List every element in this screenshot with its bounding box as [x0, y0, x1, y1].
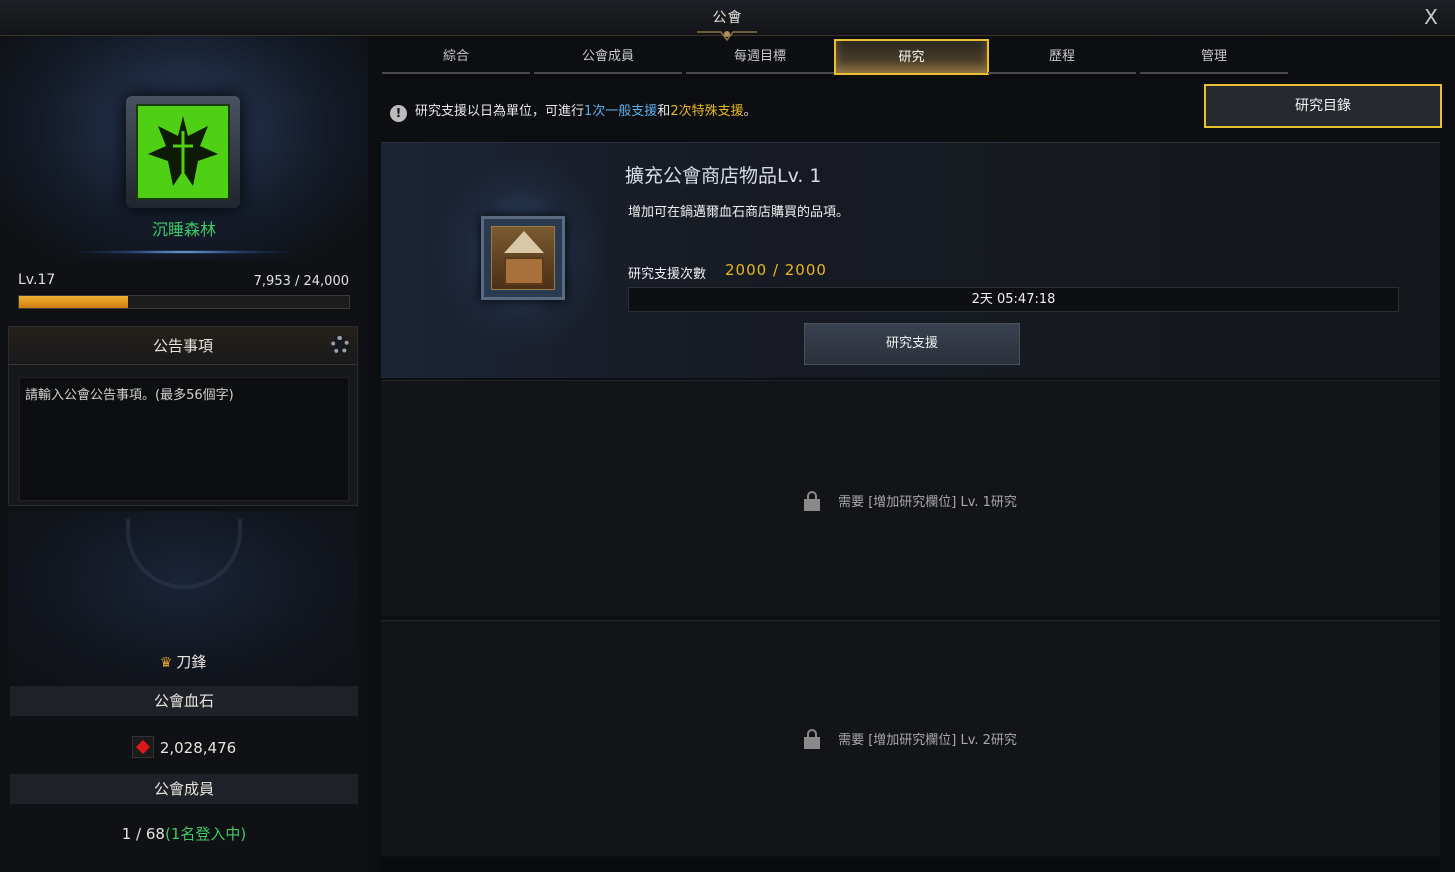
- guild-info-panel: 沉睡森林 Lv.17 7,953 / 24,000 公告事項 請輸入公會公告事項…: [0, 36, 368, 872]
- notice-title: 公告事項: [152, 337, 213, 355]
- gear-icon[interactable]: [331, 336, 349, 354]
- dragon-crest-icon: [148, 116, 218, 186]
- crown-icon: ♛: [159, 655, 173, 671]
- guild-flag-icon: [136, 104, 230, 200]
- tab-history[interactable]: 歷程: [988, 40, 1136, 74]
- crate-icon: [504, 257, 544, 285]
- research-catalog-button[interactable]: 研究目錄: [1204, 84, 1442, 128]
- tab-overview[interactable]: 綜合: [382, 40, 530, 74]
- guild-tabs: 綜合 公會成員 每週目標 研究 歷程 管理: [382, 39, 1292, 75]
- bloodstone-icon: [131, 736, 154, 758]
- info-normal-support: 1次一般支援: [584, 104, 658, 119]
- active-research-card: 擴充公會商店物品Lv. 1 增加可在鍋邁爾血石商店購買的品項。 研究支援次數 2…: [381, 142, 1440, 378]
- guild-master-name: 刀鋒: [176, 653, 207, 671]
- locked-slot-text: 需要 [增加研究欄位] Lv. 1研究: [838, 495, 1017, 510]
- divider-glow: [80, 250, 288, 254]
- up-arrow-icon: [504, 231, 544, 253]
- shop-expand-icon: [491, 226, 555, 290]
- tab-research[interactable]: 研究: [834, 39, 989, 75]
- guild-emblem: [126, 96, 240, 208]
- notice-input[interactable]: 請輸入公會公告事項。(最多56個字): [19, 377, 349, 501]
- members-count: 1 / 68(1名登入中): [0, 823, 368, 844]
- guild-master-area: ♛ 刀鋒: [8, 511, 358, 686]
- locked-slot-message: 需要 [增加研究欄位] Lv. 2研究: [381, 729, 1440, 749]
- guild-level: Lv.17: [18, 272, 56, 288]
- research-item-icon: [481, 216, 565, 300]
- notice-panel: 公告事項 請輸入公會公告事項。(最多56個字): [8, 326, 358, 506]
- support-count-value: 2000 / 2000: [725, 261, 827, 279]
- info-prefix: 研究支援以日為單位，可進行: [415, 104, 585, 119]
- info-icon: !: [390, 105, 407, 122]
- locked-research-slot: 需要 [增加研究欄位] Lv. 1研究: [381, 380, 1440, 616]
- support-count-label: 研究支援次數: [628, 267, 707, 282]
- members-online: (1名登入中): [164, 825, 247, 843]
- guild-emblem-area: 沉睡森林: [0, 36, 368, 261]
- lock-icon: [804, 491, 821, 511]
- guild-master: ♛ 刀鋒: [8, 651, 358, 672]
- tab-members[interactable]: 公會成員: [534, 40, 682, 74]
- research-description: 增加可在鍋邁爾血石商店購買的品項。: [628, 205, 850, 220]
- members-section-title: 公會成員: [10, 774, 358, 804]
- guild-exp-text: 7,953 / 24,000: [253, 274, 349, 289]
- research-support-button[interactable]: 研究支援: [804, 323, 1020, 365]
- info-special-support: 2次特殊支援: [670, 104, 744, 119]
- locked-slot-message: 需要 [增加研究欄位] Lv. 1研究: [381, 491, 1440, 511]
- window-titlebar: 公會 X: [0, 0, 1455, 42]
- bloodstone-section-title: 公會血石: [10, 686, 358, 716]
- notice-header: 公告事項: [9, 327, 357, 365]
- info-suffix: 。: [743, 104, 757, 119]
- tab-management[interactable]: 管理: [1140, 40, 1288, 74]
- bloodstone-amount: 2,028,476: [0, 736, 368, 758]
- guild-exp-fill: [19, 296, 128, 308]
- lock-icon: [804, 729, 821, 749]
- bottom-strip: [381, 858, 1440, 872]
- locked-research-slot: 需要 [增加研究欄位] Lv. 2研究: [381, 620, 1440, 856]
- locked-slot-text: 需要 [增加研究欄位] Lv. 2研究: [838, 733, 1017, 748]
- research-timer: 2天 05:47:18: [628, 287, 1399, 312]
- guild-name: 沉睡森林: [151, 220, 216, 239]
- guild-exp-bar: [18, 295, 350, 309]
- research-info: ! 研究支援以日為單位，可進行1次一般支援和2次特殊支援。: [390, 100, 757, 122]
- close-button[interactable]: X: [1419, 5, 1443, 29]
- laurel-wreath-icon: [126, 519, 242, 589]
- bloodstone-value: 2,028,476: [159, 739, 237, 757]
- research-title: 擴充公會商店物品Lv. 1: [625, 165, 822, 187]
- info-and: 和: [657, 104, 671, 119]
- window-title: 公會: [712, 10, 743, 26]
- tab-weekly-goals[interactable]: 每週目標: [686, 40, 834, 74]
- members-total: 1 / 68: [121, 825, 165, 843]
